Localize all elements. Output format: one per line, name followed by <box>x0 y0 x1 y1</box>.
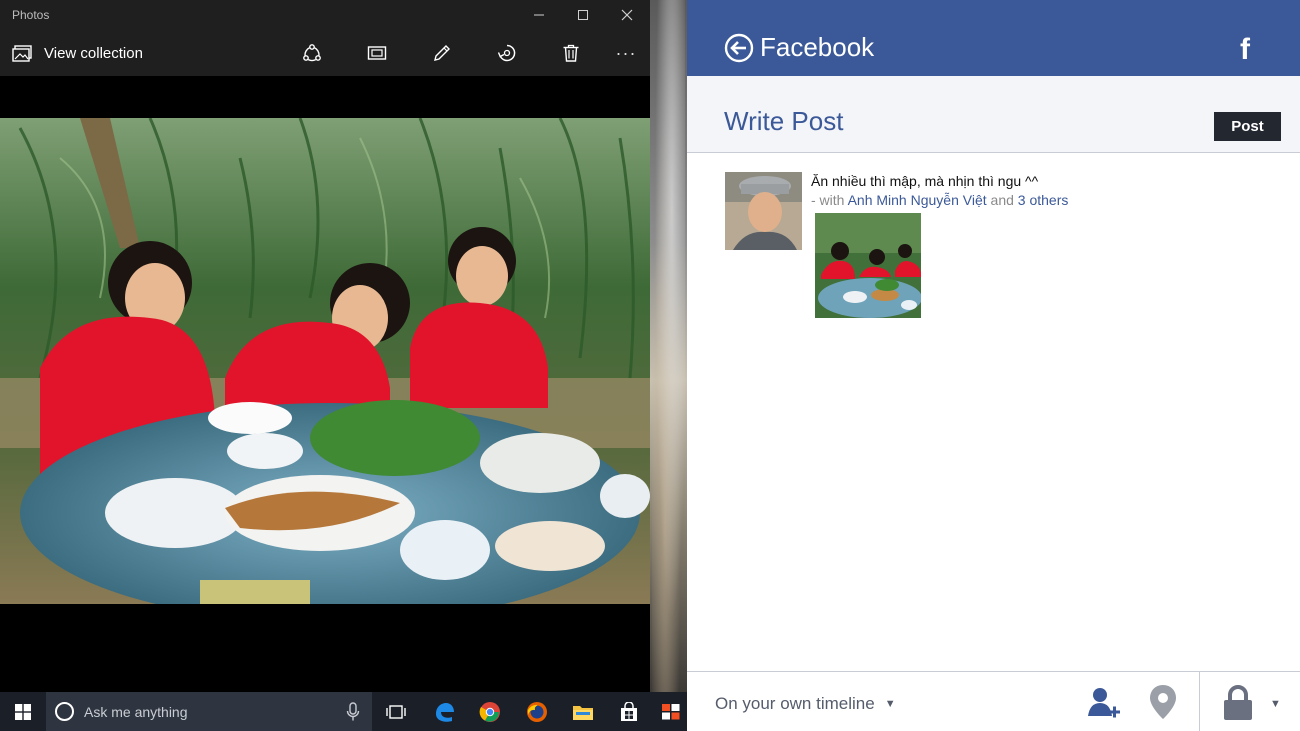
edge-button[interactable] <box>424 696 464 727</box>
chevron-down-icon: ▼ <box>884 698 896 710</box>
avatar <box>725 172 802 250</box>
more-icon: ··· <box>615 42 637 63</box>
windows-app-icon <box>662 703 680 719</box>
avatar-photo <box>725 172 802 250</box>
store-icon <box>621 701 637 721</box>
photos-window: Photos View collection ··· <box>0 0 650 692</box>
file-explorer-icon <box>573 705 593 720</box>
share-button[interactable] <box>297 38 327 68</box>
firefox-button[interactable] <box>517 696 557 727</box>
desktop: Photos View collection ··· Facebook f Wr… <box>0 0 1300 731</box>
slideshow-button[interactable] <box>362 38 392 68</box>
with-and: and <box>990 192 1014 208</box>
more-button[interactable]: ··· <box>611 38 641 68</box>
firefox-icon <box>527 701 547 722</box>
minimize-icon <box>534 14 544 16</box>
task-view-icon <box>386 704 406 719</box>
edit-icon <box>434 45 450 61</box>
edge-icon <box>436 702 454 722</box>
taskbar: Ask me anything <box>0 692 687 731</box>
tagged-people-line: - with Anh Minh Nguyễn Việt and 3 others <box>811 192 1068 208</box>
windows-logo-icon <box>15 703 31 720</box>
divider <box>1199 672 1200 731</box>
audience-selector[interactable]: On your own timeline ▼ <box>715 694 896 714</box>
attached-photo-thumbnail[interactable] <box>815 213 921 318</box>
view-collection-label: View collection <box>44 44 143 62</box>
privacy-chevron-down-icon[interactable]: ▼ <box>1270 698 1281 710</box>
back-arrow-icon[interactable] <box>724 33 754 63</box>
search-placeholder: Ask me anything <box>84 704 188 720</box>
thumbnail-image <box>815 213 921 318</box>
page-title: Write Post <box>724 106 844 136</box>
edit-button[interactable] <box>427 38 457 68</box>
audience-label: On your own timeline <box>715 694 875 713</box>
location-pin-icon[interactable] <box>1148 684 1178 720</box>
slideshow-icon <box>367 46 387 60</box>
others-link[interactable]: 3 others <box>1018 192 1069 208</box>
store-button[interactable] <box>609 696 649 727</box>
minimize-button[interactable] <box>516 0 562 30</box>
post-button[interactable]: Post <box>1214 112 1281 141</box>
delete-icon <box>563 44 579 62</box>
chrome-icon <box>479 701 500 722</box>
lock-icon[interactable] <box>1222 685 1254 721</box>
write-post-bar: Write Post Post <box>687 76 1300 153</box>
close-icon <box>621 9 633 21</box>
delete-button[interactable] <box>556 38 586 68</box>
photos-window-title: Photos <box>12 8 50 22</box>
with-prefix: - with <box>811 192 845 208</box>
chrome-button[interactable] <box>470 696 510 727</box>
collection-icon <box>12 44 32 62</box>
task-view-button[interactable] <box>376 696 416 727</box>
post-options-bar: On your own timeline ▼ ▼ <box>687 671 1300 731</box>
tagged-person-link[interactable]: Anh Minh Nguyễn Việt <box>848 192 987 208</box>
photos-toolbar: View collection ··· <box>0 30 650 76</box>
desktop-background-highlight <box>652 0 685 692</box>
windows-app-button[interactable] <box>655 696 687 727</box>
cortana-search-box[interactable]: Ask me anything <box>46 692 372 731</box>
photo-image <box>0 118 650 604</box>
rotate-button[interactable] <box>492 38 522 68</box>
app-title: Facebook <box>760 32 875 62</box>
post-message[interactable]: Ăn nhiều thì mập, mà nhịn thì ngu ^^ <box>811 173 1038 189</box>
group-meal-photo <box>0 118 650 604</box>
photos-titlebar: Photos <box>0 0 650 30</box>
maximize-icon <box>578 10 588 20</box>
share-icon <box>303 44 321 62</box>
view-collection-button[interactable]: View collection <box>12 42 143 64</box>
file-explorer-button[interactable] <box>563 696 603 727</box>
microphone-icon[interactable] <box>346 702 360 722</box>
cortana-icon <box>55 702 74 721</box>
rotate-icon <box>497 44 516 62</box>
start-button[interactable] <box>0 692 46 731</box>
tag-friends-icon[interactable] <box>1087 686 1121 720</box>
close-button[interactable] <box>604 0 650 30</box>
facebook-header: Facebook f <box>687 0 1300 76</box>
facebook-window: Facebook f Write Post Post Ăn nhiều thì … <box>687 0 1300 731</box>
maximize-button[interactable] <box>560 0 606 30</box>
facebook-logo-icon: f <box>1240 33 1250 66</box>
